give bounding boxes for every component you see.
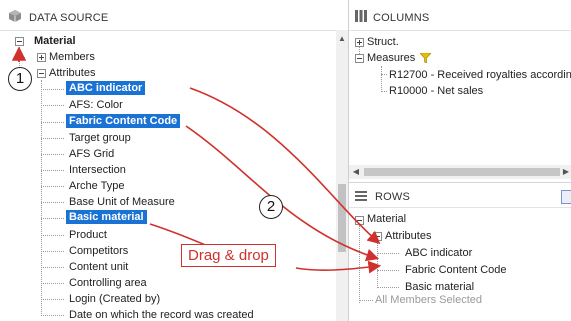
arrow — [185, 125, 380, 262]
step-2-badge: 2 — [259, 195, 283, 219]
step-1-badge: 1 — [8, 67, 32, 91]
arrow — [295, 260, 382, 274]
annotation-arrows — [11, 46, 382, 274]
arrow — [189, 87, 381, 245]
drag-drop-label: Drag & drop — [181, 244, 276, 267]
